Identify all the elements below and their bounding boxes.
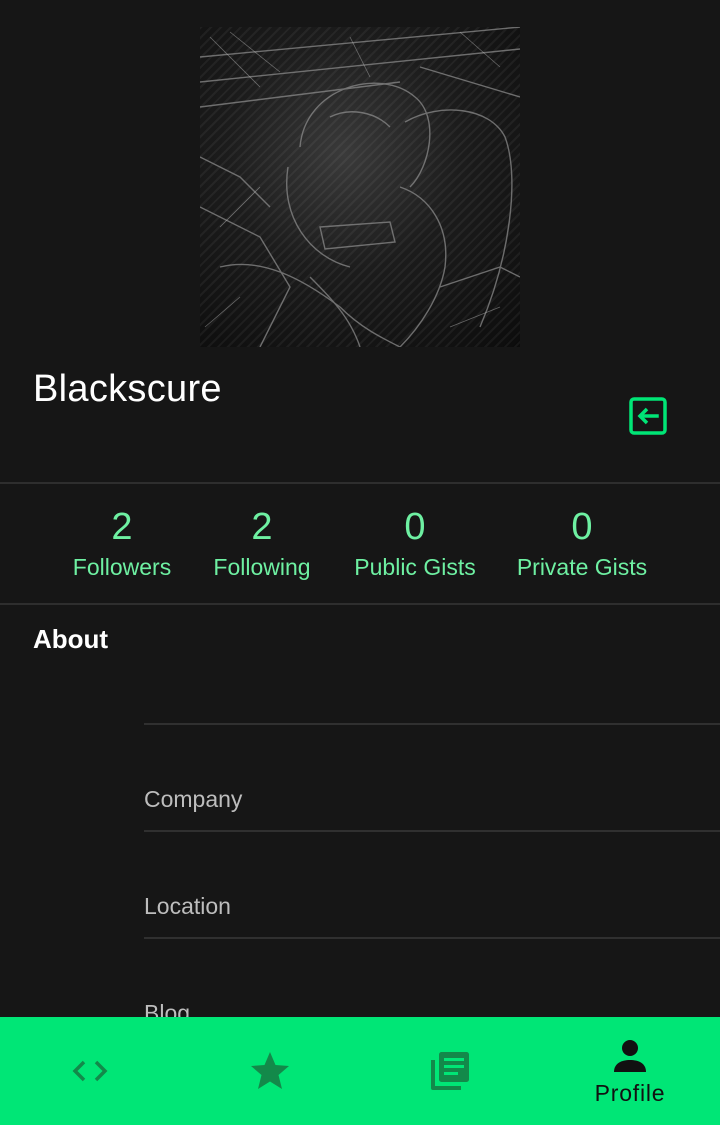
nav-item-starred[interactable] — [180, 1017, 360, 1125]
field-label: Company — [144, 786, 243, 812]
stat-private-gists[interactable]: 0 Private Gists — [517, 503, 647, 583]
stat-count: 0 — [404, 506, 426, 548]
stat-followers[interactable]: 2 Followers — [73, 503, 171, 583]
logout-icon — [629, 397, 667, 435]
field-underline — [144, 937, 720, 939]
field-label: Location — [144, 893, 231, 919]
avatar-artwork — [200, 27, 520, 347]
stat-label: Followers — [72, 554, 172, 580]
stats-row: 2 Followers 2 Following 0 Public Gists 0… — [0, 485, 720, 603]
stat-label: Following — [213, 554, 311, 580]
stats-divider — [0, 603, 720, 605]
field-underline — [144, 830, 720, 832]
username: Blackscure — [33, 368, 222, 410]
nav-label-profile: Profile — [594, 1079, 666, 1106]
person-icon — [614, 1039, 646, 1072]
star-icon — [251, 1052, 289, 1089]
field-underline — [144, 723, 720, 725]
stat-label: Private Gists — [516, 554, 648, 580]
about-location-field: Location — [144, 887, 720, 941]
nav-item-profile[interactable]: Profile — [540, 1017, 720, 1125]
about-company-field: Company — [144, 780, 720, 834]
stat-public-gists[interactable]: 0 Public Gists — [354, 503, 475, 583]
nav-item-library[interactable] — [360, 1017, 540, 1125]
about-bio-field — [144, 680, 720, 726]
profile-avatar — [200, 27, 520, 347]
stat-count: 0 — [571, 506, 593, 548]
header-divider — [0, 482, 720, 484]
bottom-navigation: Profile — [0, 1017, 720, 1125]
nav-item-gists[interactable] — [0, 1017, 180, 1125]
stat-count: 2 — [111, 506, 133, 548]
code-icon — [72, 1060, 108, 1082]
logout-button[interactable] — [624, 392, 672, 440]
stat-count: 2 — [251, 506, 273, 548]
profile-screen: Blackscure 2 Followers 2 Following 0 Pub… — [0, 0, 720, 1125]
about-heading: About — [33, 624, 109, 654]
stat-label: Public Gists — [354, 554, 476, 580]
library-icon — [431, 1052, 469, 1090]
stat-following[interactable]: 2 Following — [213, 503, 310, 583]
